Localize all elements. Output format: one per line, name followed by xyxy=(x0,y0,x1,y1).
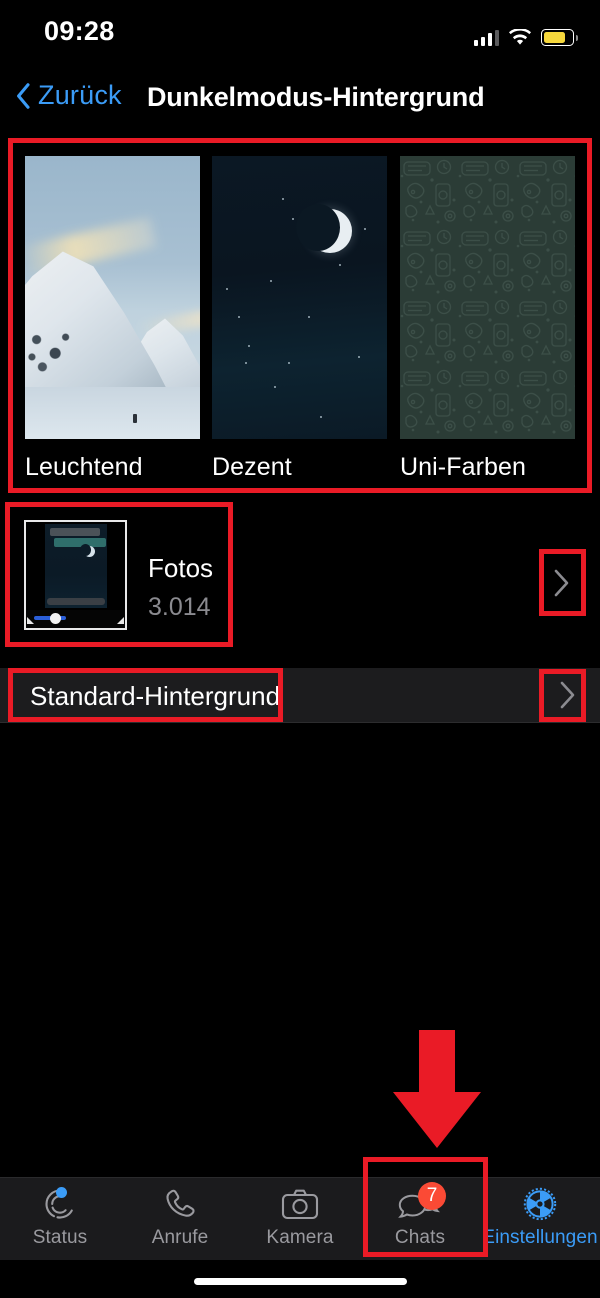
down-arrow-annotation xyxy=(393,1030,481,1150)
cellular-signal-icon xyxy=(473,29,499,46)
standard-wallpaper-row[interactable]: Standard-Hintergrund xyxy=(0,668,600,722)
back-button[interactable]: Zurück xyxy=(16,80,122,111)
page-title: Dunkelmodus-Hintergrund xyxy=(147,82,485,112)
wallpaper-option-label: Uni-Farben xyxy=(400,453,527,481)
chevron-left-icon xyxy=(17,82,30,109)
wallpaper-option-label: Leuchtend xyxy=(25,453,143,481)
chevron-right-icon xyxy=(554,569,569,597)
crescent-moon-icon xyxy=(296,204,352,253)
battery-low-power-icon xyxy=(541,29,578,46)
photo-library-thumbnail[interactable] xyxy=(24,520,127,630)
status-bar: 09:28 xyxy=(0,0,600,62)
tab-status[interactable]: Status xyxy=(0,1186,120,1256)
tab-label: Status xyxy=(32,1227,88,1248)
standard-wallpaper-chevron[interactable] xyxy=(560,681,576,714)
tab-label: Anrufe xyxy=(151,1227,209,1248)
navigation-bar: Zurück Dunkelmodus-Hintergrund xyxy=(0,62,600,138)
wallpaper-option-dezent[interactable]: Dezent xyxy=(212,156,387,482)
wallpaper-options-row: Leuchtend Dezent Uni-Farben xyxy=(0,138,600,492)
standard-wallpaper-label: Standard-Hintergrund xyxy=(30,681,281,711)
status-bar-indicators xyxy=(473,22,578,46)
photos-row-chevron[interactable] xyxy=(540,552,584,614)
chevron-right-icon xyxy=(560,681,575,709)
tab-bar: Status Anrufe Kamera 7 Chats Einstellung… xyxy=(0,1177,600,1260)
tab-label: Kamera xyxy=(266,1227,334,1248)
photos-row-count: 3.014 xyxy=(148,593,211,621)
wallpaper-thumbnail-leuchtend[interactable] xyxy=(25,156,200,439)
tab-chats[interactable]: 7 Chats xyxy=(360,1182,480,1256)
status-bar-time: 09:28 xyxy=(44,16,115,46)
gear-icon xyxy=(480,1186,600,1222)
tab-kamera[interactable]: Kamera xyxy=(240,1186,360,1256)
doodle-pattern xyxy=(400,156,575,439)
tab-label: Einstellungen xyxy=(482,1227,598,1248)
wallpaper-option-label: Dezent xyxy=(212,453,292,481)
wallpaper-option-uni-farben[interactable]: Uni-Farben xyxy=(400,156,575,482)
row-separator xyxy=(0,722,600,723)
phone-icon xyxy=(120,1186,240,1222)
chats-unread-badge: 7 xyxy=(418,1182,446,1210)
photos-row[interactable]: Fotos 3.014 xyxy=(0,500,600,650)
camera-icon xyxy=(240,1186,360,1222)
home-indicator xyxy=(194,1278,407,1285)
wallpaper-option-leuchtend[interactable]: Leuchtend xyxy=(25,156,200,482)
status-ring-icon xyxy=(0,1186,120,1222)
photos-row-title: Fotos xyxy=(148,553,214,583)
chats-bubbles-icon: 7 xyxy=(360,1182,480,1222)
wifi-icon xyxy=(509,29,531,45)
tab-einstellungen[interactable]: Einstellungen xyxy=(480,1186,600,1256)
back-button-label: Zurück xyxy=(38,80,122,110)
phone-screen: 09:28 Zurück Dunkelmodus-Hintergrund Leu… xyxy=(0,0,600,1298)
status-unread-dot xyxy=(56,1187,67,1198)
tab-label: Chats xyxy=(394,1227,446,1248)
wallpaper-thumbnail-uni-farben[interactable] xyxy=(400,156,575,439)
wallpaper-thumbnail-dezent[interactable] xyxy=(212,156,387,439)
tab-anrufe[interactable]: Anrufe xyxy=(120,1186,240,1256)
